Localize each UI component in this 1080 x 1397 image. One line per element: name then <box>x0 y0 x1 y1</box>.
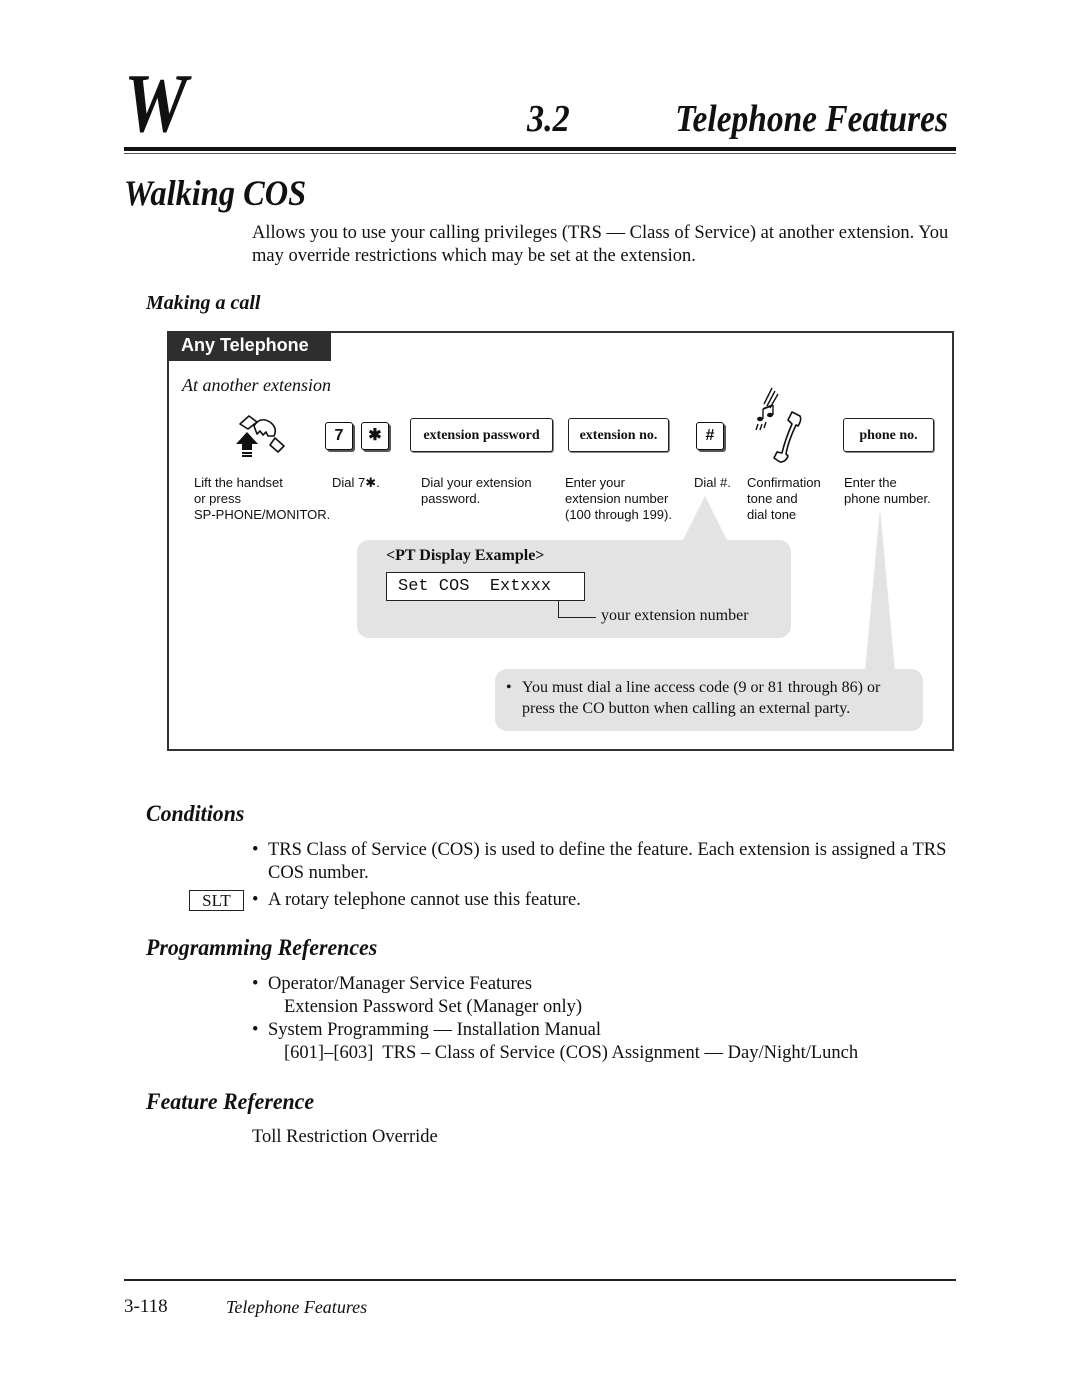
any-telephone-tag: Any Telephone <box>167 331 331 361</box>
making-call-heading: Making a call <box>146 292 261 314</box>
slt-badge: SLT <box>189 890 244 911</box>
pt-display-lcd: Set COS Extxxx <box>386 572 585 601</box>
intro-paragraph: Allows you to use your calling privilege… <box>252 223 949 266</box>
condition-item: • A rotary telephone cannot use this fea… <box>252 889 957 912</box>
step-caption-confirmation: Confirmation tone and dial tone <box>747 475 821 522</box>
bullet: • <box>252 890 259 910</box>
footer-title: Telephone Features <box>226 1297 368 1317</box>
phone-number-box: phone no. <box>843 418 934 452</box>
confirmation-tone-icon <box>755 387 802 463</box>
condition-text: TRS Class of Service (COS) is used to de… <box>268 840 947 883</box>
step-caption-password: Dial your extension password. <box>421 475 532 506</box>
feature-reference-heading: Feature Reference <box>146 1089 315 1114</box>
pt-display-title: <PT Display Example> <box>386 547 545 564</box>
footer-rule <box>124 1279 956 1281</box>
bullet: • <box>252 974 259 994</box>
condition-item: • TRS Class of Service (COS) is used to … <box>252 839 957 885</box>
handset-lift-icon <box>236 415 285 457</box>
header-rule-thin <box>124 153 956 154</box>
extension-password-box: extension password <box>410 418 553 452</box>
context-label: At another extension <box>182 375 331 395</box>
programming-references-heading: Programming References <box>146 935 378 960</box>
section-number: 3.2 <box>527 98 570 140</box>
chapter-letter: W <box>124 57 187 150</box>
bullet: • <box>252 840 259 860</box>
conditions-heading: Conditions <box>146 801 245 826</box>
step-caption-phone-number: Enter the phone number. <box>844 475 931 506</box>
reference-title: Operator/Manager Service Features <box>268 974 533 994</box>
bullet: • <box>252 1020 259 1040</box>
step-caption-dial-7-star: Dial 7✱. <box>332 475 380 490</box>
programming-reference-item: • System Programming — Installation Manua… <box>252 1019 957 1065</box>
feature-reference-link: Toll Restriction Override <box>252 1127 438 1147</box>
bullet: • <box>506 679 512 696</box>
pt-display-annotation: your extension number <box>601 607 749 624</box>
reference-title: System Programming — Installation Manual <box>268 1020 601 1040</box>
extension-number-box: extension no. <box>568 418 669 452</box>
annotation-leader <box>558 601 559 618</box>
annotation-leader-h <box>558 617 596 618</box>
page-number: 3-118 <box>124 1296 168 1317</box>
key-7: 7 <box>325 422 353 450</box>
note-text: You must dial a line access code (9 or 8… <box>522 679 881 717</box>
condition-text: A rotary telephone cannot use this featu… <box>268 890 581 910</box>
key-hash: # <box>696 422 724 450</box>
key-star: ✱ <box>361 422 389 450</box>
step-caption-dial-hash: Dial #. <box>694 475 731 490</box>
step-caption-lift: Lift the handset or press SP-PHONE/MONIT… <box>194 475 331 522</box>
step-caption-extension-number: Enter your extension number (100 through… <box>565 475 672 522</box>
reference-subtitle: Extension Password Set (Manager only) <box>284 997 583 1017</box>
reference-subtitle: [601]–[603] TRS – Class of Service (COS)… <box>284 1043 859 1063</box>
section-title: Telephone Features <box>675 98 948 140</box>
page-title: Walking COS <box>124 173 307 213</box>
header-rule <box>124 147 956 151</box>
external-call-note: • You must dial a line access code (9 or… <box>506 677 916 719</box>
programming-reference-item: • Operator/Manager Service Features Exten… <box>252 973 957 1019</box>
